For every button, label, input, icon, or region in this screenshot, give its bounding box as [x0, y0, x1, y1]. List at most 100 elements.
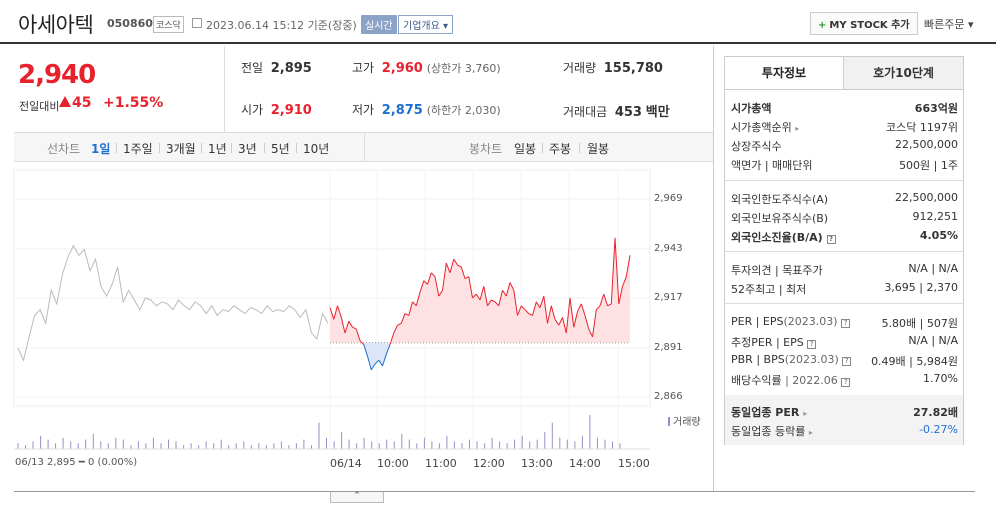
label: 외국인한도주식수(A) — [731, 193, 829, 206]
candle-monthly[interactable]: 월봉 — [587, 140, 609, 157]
realtime-badge: 실시간 — [361, 15, 397, 34]
divider — [264, 143, 265, 153]
tab-orderbook[interactable]: 호가10단계 — [843, 56, 964, 90]
x-tick: 15:00 — [618, 457, 650, 470]
period-10y[interactable]: 10년 — [303, 140, 329, 157]
low-label: 저가 — [352, 103, 375, 117]
collapse-chevron-icon[interactable]: ⌃ — [330, 492, 384, 503]
amount-label: 거래대금 — [563, 105, 608, 119]
divider — [579, 143, 580, 153]
panel-body: 시가총액 663억원 시가총액순위 ▸ 코스닥 1197위 상장주식수 22,500,… — [724, 89, 964, 445]
label: 배당수익률 | 2022.06 ? — [731, 372, 851, 388]
divider — [364, 133, 365, 161]
est-per-label: 추정PER | EPS — [731, 336, 804, 349]
divider — [201, 143, 202, 153]
label: 시가총액 — [731, 102, 772, 115]
period-3m[interactable]: 3개월 — [166, 140, 196, 157]
candle-weekly[interactable]: 주봉 — [549, 140, 571, 157]
candle-daily[interactable]: 일봉 — [514, 140, 536, 157]
label: 52주최고 | 최저 — [731, 283, 807, 296]
triangle-icon: ▸ — [795, 124, 800, 133]
stock-code: 050860 — [107, 17, 153, 30]
value: 27.82배 — [913, 406, 958, 419]
value: 663억원 — [914, 102, 958, 115]
period-1w[interactable]: 1주일 — [123, 140, 153, 157]
upper-limit: (상한가 3,760) — [426, 62, 501, 75]
y-tick: 2,866 — [654, 391, 683, 402]
my-stock-add-label: MY STOCK 추가 — [829, 20, 910, 31]
y-tick: 2,969 — [654, 193, 683, 204]
company-overview-dropdown[interactable]: 기업개요 ▾ — [398, 15, 453, 34]
compare-label: 전일대비 — [19, 100, 60, 113]
quick-order-dropdown[interactable]: 빠른주문 ▾ — [924, 16, 974, 32]
market-badge: 코스닥 — [153, 16, 184, 33]
label: PBR | BPS(2023.03) ? — [731, 353, 852, 366]
label[interactable]: 동일업종 PER ▸ — [731, 404, 807, 420]
divider — [296, 143, 297, 153]
period-1d[interactable]: 1일 — [91, 140, 110, 157]
value: N/A | N/A — [908, 334, 958, 347]
triangle-icon: ▸ — [803, 409, 808, 418]
divider — [725, 303, 963, 304]
value: 1.70% — [923, 372, 958, 385]
y-tick: 2,917 — [654, 292, 683, 303]
help-icon[interactable]: ? — [841, 378, 851, 387]
y-tick: 2,891 — [654, 342, 683, 353]
divider — [116, 143, 117, 153]
industry-per-label: 동일업종 PER — [731, 406, 800, 419]
divider — [14, 491, 975, 492]
price-chart[interactable]: 2,969 2,943 2,917 2,891 2,866 거래량 06/13 … — [0, 162, 713, 492]
up-area — [330, 237, 630, 343]
x-tick: 10:00 — [377, 457, 409, 470]
period-3y[interactable]: 3년 — [238, 140, 257, 157]
label: 추정PER | EPS ? — [731, 334, 817, 350]
value: 코스닥 1197위 — [886, 121, 958, 134]
plot-frame — [13, 169, 651, 407]
help-icon[interactable]: ? — [842, 357, 852, 366]
x-tick: 14:00 — [569, 457, 601, 470]
value: 912,251 — [912, 210, 959, 223]
x-tick: 13:00 — [521, 457, 553, 470]
rank-label: 시가총액순위 — [731, 121, 792, 134]
lower-limit: (하한가 2,030) — [426, 104, 501, 117]
open-value: 2,910 — [270, 103, 312, 118]
help-icon[interactable]: ? — [807, 340, 817, 349]
label: 외국인소진율(B/A) ? — [731, 229, 836, 245]
help-icon[interactable]: ? — [841, 319, 851, 328]
high-label: 고가 — [352, 61, 375, 75]
label: 상장주식수 — [731, 140, 782, 153]
up-arrow-icon — [59, 96, 71, 107]
tab-investment-info[interactable]: 투자정보 — [724, 56, 844, 90]
stock-name[interactable]: 아세아텍 — [18, 9, 94, 39]
x-tick: 12:00 — [473, 457, 505, 470]
prev-close: 전일 2,895 — [241, 59, 312, 76]
quote-datetime: 2023.06.14 15:12 기준(장중) — [206, 19, 357, 32]
price-change: 45 — [72, 95, 92, 111]
value: 22,500,000 — [895, 191, 958, 204]
label[interactable]: 시가총액순위 ▸ — [731, 119, 799, 135]
label: 투자의견 | 목표주가 — [731, 264, 823, 277]
divider — [713, 46, 714, 492]
line-chart-label: 선차트 — [47, 142, 81, 156]
label[interactable]: 동일업종 등락률 ▸ — [731, 423, 813, 439]
foreign-ratio-label: 외국인소진율(B/A) — [731, 231, 823, 244]
stock-header: 아세아텍 050860 코스닥 2023.06.14 15:12 기준(장중) … — [0, 0, 996, 44]
plus-icon: + — [818, 20, 827, 31]
period-1y[interactable]: 1년 — [208, 140, 227, 157]
period-5y[interactable]: 5년 — [271, 140, 290, 157]
prev-close-label: 전일 — [241, 61, 264, 75]
x-tick: 11:00 — [425, 457, 457, 470]
volume-label: 거래량 — [563, 61, 597, 75]
panel-tabs: 호가10단계 투자정보 — [724, 56, 964, 90]
volume-legend: 거래량 — [668, 413, 701, 428]
y-tick: 2,943 — [654, 243, 683, 254]
x-tick: 06/14 — [330, 457, 362, 470]
value: 0.49배 | 5,984원 — [871, 355, 958, 368]
dividend-date: | 2022.06 — [785, 374, 838, 387]
high-value: 2,960 — [381, 61, 423, 76]
help-icon[interactable]: ? — [826, 235, 836, 244]
prev-close-value: 2,895 — [270, 61, 312, 76]
down-area — [330, 342, 630, 370]
divider — [725, 251, 963, 252]
my-stock-add-button[interactable]: + MY STOCK 추가 — [810, 12, 918, 35]
